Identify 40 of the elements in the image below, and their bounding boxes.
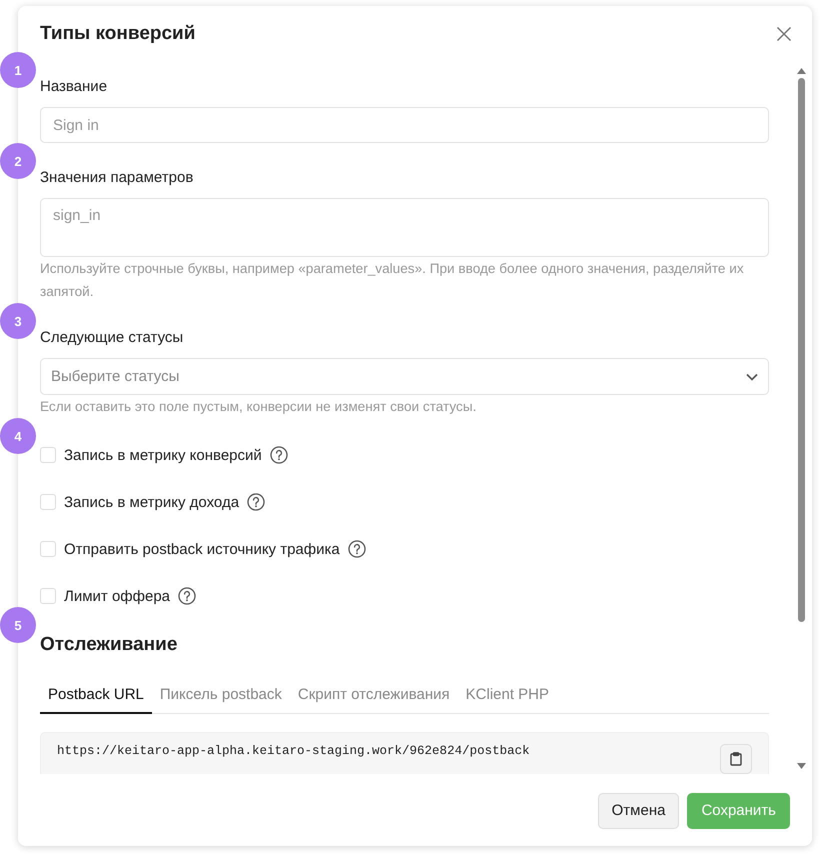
checkbox-label: Лимит оффера [64, 588, 170, 604]
checkbox[interactable] [40, 447, 56, 463]
help-icon[interactable] [178, 587, 196, 605]
clipboard-icon[interactable] [720, 744, 752, 774]
checkbox[interactable] [40, 494, 56, 510]
field-hint: Используйте строчные буквы, например «parameter_values». При вводе более одного значения, разделяйте их запятой. [40, 260, 745, 301]
cancel-button[interactable]: Отмена [598, 792, 680, 828]
chevron-down-icon [746, 372, 758, 380]
checkbox-label: Запись в метрику конверсий [64, 446, 262, 464]
dialog-title: Типы конверсий [40, 23, 196, 45]
step-number-badge: 1 [0, 52, 36, 88]
step-number-badge: 5 [0, 607, 36, 643]
values-textarea[interactable]: sign_in [40, 198, 769, 257]
save-button[interactable]: Сохранить [687, 792, 790, 828]
field-hint: Если оставить это поле пустым, конверсии не изменят свои статусы. [40, 398, 478, 416]
tab[interactable]: Пиксель postback [152, 676, 290, 714]
name-input[interactable]: Sign in [40, 107, 769, 143]
checkbox[interactable] [40, 588, 56, 604]
field-label: Название [40, 77, 108, 97]
step-number-badge: 2 [0, 143, 36, 179]
scroll-up-icon[interactable] [796, 68, 806, 74]
field-label: Значения параметров [40, 168, 194, 188]
tab[interactable]: Postback URL [40, 676, 152, 714]
step-number-badge: 3 [0, 303, 36, 339]
checkbox-label: Отправить postback источнику трафика [64, 540, 340, 558]
select-placeholder: Выберите статусы [51, 368, 180, 385]
status-select[interactable]: Выберите статусы [40, 358, 769, 395]
tab[interactable]: Скрипт отслеживания [290, 676, 458, 714]
section-heading: Отслеживание [40, 633, 178, 657]
step-number-badge: 4 [0, 418, 36, 454]
help-icon[interactable] [348, 540, 366, 558]
checkbox[interactable] [40, 541, 56, 557]
help-icon[interactable] [270, 446, 288, 464]
field-label: Следующие статусы [40, 328, 184, 348]
help-icon[interactable] [247, 493, 266, 511]
scroll-down-icon[interactable] [796, 763, 806, 769]
close-icon[interactable] [776, 26, 792, 42]
tab[interactable]: KClient PHP [458, 676, 558, 714]
checkbox-label: Запись в метрику дохода [64, 494, 240, 510]
postback-url: https://keitaro-app-alpha.keitaro-staging.work/962e824/postback [57, 744, 530, 758]
